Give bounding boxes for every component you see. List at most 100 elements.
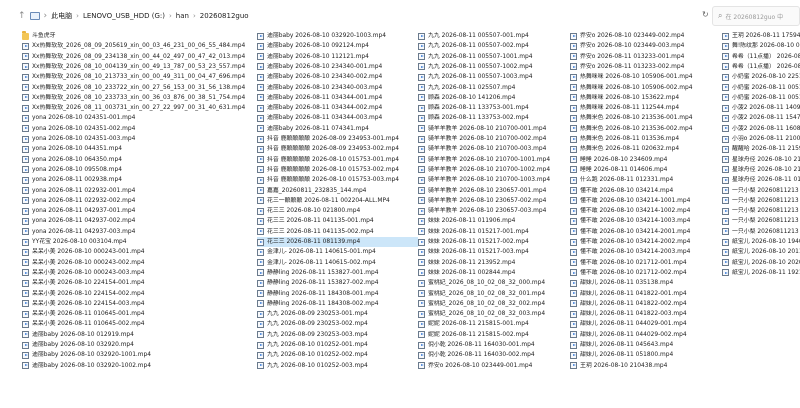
file-item[interactable]: 呆呆小美 2026-08-10 000243-003.mp4	[22, 268, 257, 278]
file-item[interactable]: yona 2026-08-11 022932-001.mp4	[22, 186, 257, 196]
file-item[interactable]: 一只小梨 20260811213	[722, 227, 800, 237]
file-item[interactable]: 金津儿- 2026-08-11 140615-001.mp4	[257, 247, 418, 257]
file-item[interactable]: 骑羊羊教羊 2026-08-10 230657-003.mp4	[418, 206, 570, 216]
file-item[interactable]: 顾森 2026-08-10 141206.mp4	[418, 93, 570, 103]
file-item[interactable]: 迪丽baby 2026-08-10 032920-1003.mp4	[257, 31, 418, 41]
file-item[interactable]: 抖音 鹿酿酿酿酿 2026-08-09 234953-002.mp4	[257, 144, 418, 154]
file-item[interactable]: 迪丽baby 2026-08-10 234340-003.mp4	[257, 83, 418, 93]
file-item[interactable]: 静静ling 2026-08-11 153827-001.mp4	[257, 268, 418, 278]
file-item[interactable]: 一只小梨 20260811213	[722, 196, 800, 206]
file-item[interactable]: 懂不敢 2026-08-10 021712-001.mp4	[570, 258, 722, 268]
file-item[interactable]: 顾森 2026-08-11 133753-002.mp4	[418, 113, 570, 123]
file-item[interactable]: 蜜桃妃_2026_08_10_02_08_32_000.mp4	[418, 278, 570, 288]
file-item[interactable]: 骑羊羊教羊 2026-08-10 210700-002.mp4	[418, 134, 570, 144]
file-item[interactable]: 九九 2026-08-11 005507-1003.mp4	[418, 72, 570, 82]
file-item[interactable]: 妹妹 2026-08-11 002844.mp4	[418, 268, 570, 278]
file-item[interactable]: 骑羊羊教羊 2026-08-10 230657-001.mp4	[418, 186, 570, 196]
file-item[interactable]: yona 2026-08-10 044351.mp4	[22, 144, 257, 154]
file-item[interactable]: 迪丽baby 2026-08-10 234340-001.mp4	[257, 62, 418, 72]
file-item[interactable]: 乔安o 2026-08-10 023449-001.mp4	[418, 361, 570, 371]
file-item[interactable]: 热舞咪咪 2026-08-10 105906-002.mp4	[570, 83, 722, 93]
file-item[interactable]: 小菠2 2026-08-11 15472	[722, 113, 800, 123]
file-item[interactable]: 星球舟径 2026-08-10 2103	[722, 165, 800, 175]
file-item[interactable]: 星球舟径 2026-08-11 0103	[722, 175, 800, 185]
file-item[interactable]: 抖音 鹿酿酿酿酿 2026-08-10 015753-001.mp4	[257, 155, 418, 165]
file-item[interactable]: 希希（11点播） 2026-08-1	[722, 52, 800, 62]
file-item[interactable]: 骑羊羊教羊 2026-08-10 210700-1003.mp4	[418, 175, 570, 185]
file-item[interactable]: 九九 2026-08-10 010252-003.mp4	[257, 361, 418, 371]
file-item[interactable]: Xx热舞软软_2026_08_09_205619_xin_00_03_46_23…	[22, 41, 257, 51]
file-item[interactable]: 迪丽baby 2026-08-10 012919.mp4	[22, 330, 257, 340]
file-item[interactable]: 骑羊羊教羊 2026-08-10 210700-1001.mp4	[418, 155, 570, 165]
file-item[interactable]: 甜妹儿 2026-08-11 044029-001.mp4	[570, 319, 722, 329]
file-item[interactable]: 倪小乾 2026-08-11 164030-001.mp4	[418, 340, 570, 350]
file-item[interactable]: 妮妮 2026-08-11 215815-002.mp4	[418, 330, 570, 340]
file-item[interactable]: yona 2026-08-10 024351-001.mp4	[22, 113, 257, 123]
file-item[interactable]: 呆呆小美 2026-08-11 010645-002.mp4	[22, 319, 257, 329]
file-item[interactable]: 呆呆小美 2026-08-10 224154-001.mp4	[22, 278, 257, 288]
file-item[interactable]: 一只小梨 20260811213	[722, 206, 800, 216]
file-item[interactable]: 一只小梨 20260811213	[722, 186, 800, 196]
file-item[interactable]: 静静ling 2026-08-11 153827-002.mp4	[257, 278, 418, 288]
file-item[interactable]: 王玥 2026-08-11 175943.m	[722, 31, 800, 41]
breadcrumb-item[interactable]: LENOVO_USB_HDD (G:)	[83, 12, 165, 20]
file-item[interactable]: 蜜桃妃_2026_08_10_02_08_32_003.mp4	[418, 309, 570, 319]
file-item[interactable]: 甜妹儿 2026-08-11 044029-002.mp4	[570, 330, 722, 340]
file-item[interactable]: 迪丽baby 2026-08-10 032920-1002.mp4	[22, 361, 257, 371]
file-item[interactable]: 迪丽baby 2026-08-10 032920-1001.mp4	[22, 350, 257, 360]
file-item[interactable]: 蜜桃妃_2026_08_10_02_08_32_001.mp4	[418, 289, 570, 299]
file-item[interactable]: yona 2026-08-11 042937-001.mp4	[22, 206, 257, 216]
file-item[interactable]: 乔安o 2026-08-10 023449-003.mp4	[570, 41, 722, 51]
file-item[interactable]: 九九 2026-08-11 005507-1002.mp4	[418, 62, 570, 72]
file-item[interactable]: 懂不敢 2026-08-10 034214-2002.mp4	[570, 237, 722, 247]
file-item[interactable]: 小奶蜜 2026-08-10 22511	[722, 72, 800, 82]
file-item[interactable]: 懂不敢 2026-08-10 034214-2003.mp4	[570, 247, 722, 257]
file-item[interactable]: 星球舟径 2026-08-10 2103	[722, 155, 800, 165]
file-item[interactable]: 热舞咪咪 2026-08-10 105906-001.mp4	[570, 72, 722, 82]
file-item[interactable]: 倪小乾 2026-08-11 164030-002.mp4	[418, 350, 570, 360]
refresh-icon[interactable]: ↻	[702, 10, 709, 19]
file-item[interactable]: 呆呆小美 2026-08-10 224154-003.mp4	[22, 299, 257, 309]
file-item[interactable]: 一只小梨 20260811213	[722, 216, 800, 226]
file-item[interactable]: 迪丽baby 2026-08-11 034344-001.mp4	[257, 93, 418, 103]
file-item[interactable]: 呆呆小美 2026-08-10 000243-001.mp4	[22, 247, 257, 257]
file-item[interactable]: 甜妹儿 2026-08-11 051800.mp4	[570, 350, 722, 360]
file-item[interactable]: 妹妹 2026-08-11 015217-003.mp4	[418, 247, 570, 257]
file-item[interactable]: 呆呆小美 2026-08-10 000243-002.mp4	[22, 258, 257, 268]
breadcrumb-item[interactable]: han	[176, 12, 189, 20]
file-item[interactable]: 小菠2 2026-08-11 16083	[722, 124, 800, 134]
file-item[interactable]: 呆呆小美 2026-08-10 224154-002.mp4	[22, 289, 257, 299]
file-item[interactable]: 紙宝儿 2026-08-11 19212	[722, 268, 800, 278]
file-item[interactable]: yona 2026-08-10 024351-003.mp4	[22, 134, 257, 144]
file-item[interactable]: 花三一酿酿酿 2026-08-11 002204-ALL.MP4	[257, 196, 418, 206]
breadcrumb-item[interactable]: 20260812guo	[200, 12, 249, 20]
file-item[interactable]: 九九 2026-08-09 230253-001.mp4	[257, 309, 418, 319]
file-item[interactable]: yona 2026-08-10 064350.mp4	[22, 155, 257, 165]
file-item[interactable]: 甜妹儿 2026-08-11 045643.mp4	[570, 340, 722, 350]
file-item[interactable]: 静静ling 2026-08-11 184308-001.mp4	[257, 289, 418, 299]
file-item[interactable]: 甜妹儿 2026-08-11 035138.mp4	[570, 278, 722, 288]
search-input[interactable]: ⌕ 在 20260812guo 中	[712, 6, 800, 26]
file-item[interactable]: 懂不敢 2026-08-10 034214-1003.mp4	[570, 216, 722, 226]
file-item[interactable]: 九九 2026-08-11 005507-002.mp4	[418, 41, 570, 51]
file-item[interactable]: 妮妮 2026-08-11 215815-001.mp4	[418, 319, 570, 329]
file-item[interactable]: 九九 2026-08-10 010252-001.mp4	[257, 340, 418, 350]
file-item[interactable]: 迪丽baby 2026-08-11 034344-003.mp4	[257, 113, 418, 123]
file-item[interactable]: 乔安o 2026-08-11 013233-001.mp4	[570, 52, 722, 62]
file-item[interactable]: 甜妹儿 2026-08-11 041822-001.mp4	[570, 289, 722, 299]
file-item[interactable]: yona 2026-08-11 042937-003.mp4	[22, 227, 257, 237]
file-item[interactable]: 热舞咪咪 2026-08-11 112544.mp4	[570, 103, 722, 113]
file-item[interactable]: 懂不敢 2026-08-10 034214-1001.mp4	[570, 196, 722, 206]
file-item[interactable]: 骑羊羊教羊 2026-08-10 210700-1002.mp4	[418, 165, 570, 175]
file-item[interactable]: 热舞米色 2026-08-11 013536.mp4	[570, 134, 722, 144]
file-item[interactable]: 抖音 鹿酿酿酿酿 2026-08-09 234953-001.mp4	[257, 134, 418, 144]
file-item[interactable]: 骑羊羊教羊 2026-08-10 210700-003.mp4	[418, 144, 570, 154]
file-item[interactable]: 九九 2026-08-09 230253-002.mp4	[257, 319, 418, 329]
file-item[interactable]: 金津儿- 2026-08-11 140615-002.mp4	[257, 258, 418, 268]
file-item[interactable]: 九九 2026-08-09 230253-003.mp4	[257, 330, 418, 340]
file-item[interactable]: 热舞米色 2026-08-11 020632.mp4	[570, 144, 722, 154]
file-item[interactable]: 迪丽baby 2026-08-11 074341.mp4	[257, 124, 418, 134]
file-item[interactable]: 紙宝儿 2026-08-10 20110	[722, 247, 800, 257]
file-item[interactable]: Xx热舞软软_2026_08_11_003731_xin_00_27_22_99…	[22, 103, 257, 113]
file-item[interactable]: 抖音 鹿酿酿酿酿 2026-08-10 015753-003.mp4	[257, 175, 418, 185]
